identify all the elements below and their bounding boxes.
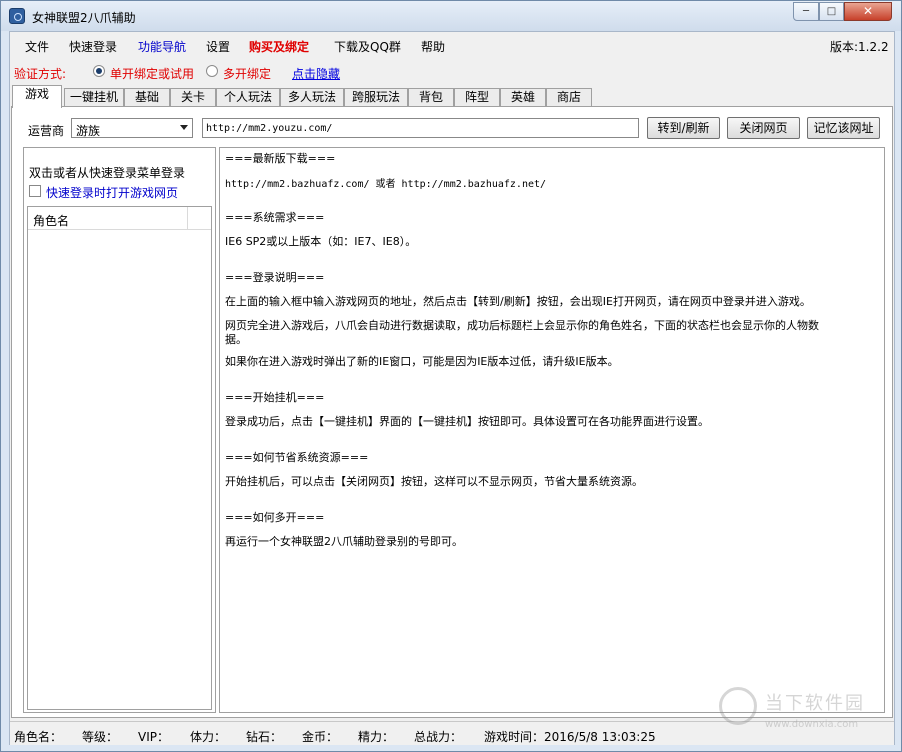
tab-bag[interactable]: 背包 xyxy=(408,88,454,107)
tab-multiplayer[interactable]: 多人玩法 xyxy=(280,88,344,107)
content-line: 网页完全进入游戏后，八爪会自动进行数据读取，成功后标题栏上会显示你的角色姓名，下… xyxy=(225,319,819,332)
maximize-button[interactable]: □ xyxy=(819,2,844,21)
content-line: 开始挂机后，可以点击【关闭网页】按钮，这样可以不显示网页，节省大量系统资源。 xyxy=(225,475,643,488)
menu-download-qq[interactable]: 下载及QQ群 xyxy=(334,38,401,55)
goto-refresh-button[interactable]: 转到/刷新 xyxy=(647,117,720,139)
menu-help[interactable]: 帮助 xyxy=(421,38,445,55)
operator-select[interactable]: 游族 xyxy=(71,118,193,138)
tab-basic[interactable]: 基础 xyxy=(124,88,170,107)
content-line: ===开始挂机=== xyxy=(225,391,325,404)
tab-formation[interactable]: 阵型 xyxy=(454,88,500,107)
tab-personal[interactable]: 个人玩法 xyxy=(216,88,280,107)
status-game-time: 游戏时间：2016/5/8 13:03:25 xyxy=(484,730,656,744)
open-page-checkbox[interactable] xyxy=(29,185,41,197)
minimize-button[interactable]: ─ xyxy=(793,2,819,21)
tab-auto-hang[interactable]: 一键挂机 xyxy=(64,88,124,107)
operator-value: 游族 xyxy=(76,124,101,138)
close-button[interactable]: ✕ xyxy=(844,2,892,21)
window-title: 女神联盟2八爪辅助 xyxy=(32,11,136,25)
url-input[interactable]: http://mm2.youzu.com/ xyxy=(202,118,639,138)
content-line: ===最新版下载=== xyxy=(225,152,336,165)
content-line: 如果你在进入游戏时弹出了新的IE窗口，可能是因为IE版本过低，请升级IE版本。 xyxy=(225,355,619,368)
content-line: 再运行一个女神联盟2八爪辅助登录别的号即可。 xyxy=(225,535,463,548)
chevron-down-icon xyxy=(180,125,188,130)
app-window: 女神联盟2八爪辅助 ─ □ ✕ 文件 快速登录 功能导航 设置 购买及绑定 下载… xyxy=(0,0,902,752)
tab-stage[interactable]: 关卡 xyxy=(170,88,216,107)
operator-label: 运营商 xyxy=(28,124,65,138)
watermark-url: www.downxia.com xyxy=(765,719,859,730)
watermark-text: 当下软件园 xyxy=(765,693,865,714)
status-diamond: 钻石： xyxy=(246,730,283,744)
tab-shop[interactable]: 商店 xyxy=(546,88,592,107)
version-label: 版本:1.2.2 xyxy=(830,40,889,54)
status-stamina: 体力： xyxy=(190,730,227,744)
tab-hero[interactable]: 英雄 xyxy=(500,88,546,107)
column-divider xyxy=(187,207,188,229)
menu-bar: 文件 快速登录 功能导航 设置 购买及绑定 下载及QQ群 帮助 版本:1.2.2 xyxy=(10,32,894,58)
client-area: 文件 快速登录 功能导航 设置 购买及绑定 下载及QQ群 帮助 版本:1.2.2… xyxy=(9,31,895,745)
verify-row: 验证方式: 单开绑定或试用 多开绑定 点击隐藏 xyxy=(10,58,894,84)
content-line: 登录成功后，点击【一键挂机】界面的【一键挂机】按钮即可。具体设置可在各功能界面进… xyxy=(225,415,709,428)
open-page-checkbox-label[interactable]: 快速登录时打开游戏网页 xyxy=(46,184,178,201)
role-name-column[interactable]: 角色名 xyxy=(33,212,69,229)
menu-buy-bind[interactable]: 购买及绑定 xyxy=(249,38,309,55)
remember-url-button[interactable]: 记忆该网址 xyxy=(807,117,880,139)
menu-settings[interactable]: 设置 xyxy=(206,38,230,55)
status-level: 等级： xyxy=(82,730,119,744)
status-power: 总战力： xyxy=(414,730,463,744)
menu-file[interactable]: 文件 xyxy=(25,38,49,55)
radio-multi-bind[interactable] xyxy=(206,65,218,77)
content-line: 在上面的输入框中输入游戏网页的地址，然后点击【转到/刷新】按钮，会出现IE打开网… xyxy=(225,295,811,308)
close-page-button[interactable]: 关闭网页 xyxy=(727,117,800,139)
content-line: ===系统需求=== xyxy=(225,211,325,224)
content-line: IE6 SP2或以上版本（如：IE7、IE8）。 xyxy=(225,235,417,248)
radio-single-bind[interactable] xyxy=(93,65,105,77)
hide-link[interactable]: 点击隐藏 xyxy=(292,65,340,82)
role-panel: 双击或者从快速登录菜单登录 快速登录时打开游戏网页 角色名 xyxy=(23,147,216,713)
radio-multi-bind-label[interactable]: 多开绑定 xyxy=(223,65,271,82)
status-vip: VIP： xyxy=(138,730,169,744)
role-list[interactable]: 角色名 xyxy=(27,206,212,710)
menu-quick-login[interactable]: 快速登录 xyxy=(69,38,117,55)
role-list-header[interactable]: 角色名 xyxy=(28,207,211,230)
game-panel: 运营商 游族 http://mm2.youzu.com/ 转到/刷新 关闭网页 … xyxy=(11,106,893,718)
tab-strip: 游戏 一键挂机 基础 关卡 个人玩法 多人玩法 跨服玩法 背包 阵型 英雄 商店 xyxy=(11,85,895,108)
status-energy: 精力： xyxy=(358,730,395,744)
app-icon xyxy=(9,8,25,24)
radio-single-bind-label[interactable]: 单开绑定或试用 xyxy=(110,65,194,82)
status-role-name: 角色名： xyxy=(14,730,63,744)
menu-feature-nav[interactable]: 功能导航 xyxy=(138,38,186,55)
status-gold: 金币： xyxy=(302,730,339,744)
verify-label: 验证方式: xyxy=(14,67,67,81)
tab-game[interactable]: 游戏 xyxy=(12,85,62,108)
login-hint: 双击或者从快速登录菜单登录 xyxy=(29,166,186,180)
title-bar[interactable]: 女神联盟2八爪辅助 ─ □ ✕ xyxy=(1,1,901,31)
content-line: http://mm2.bazhuafz.com/ 或者 http://mm2.b… xyxy=(225,179,547,190)
watermark: 当下软件园 www.downxia.com xyxy=(719,687,889,743)
tab-cross-server[interactable]: 跨服玩法 xyxy=(344,88,408,107)
content-line: ===登录说明=== xyxy=(225,271,325,284)
help-content: ===最新版下载=== http://mm2.bazhuafz.com/ 或者 … xyxy=(219,147,885,713)
content-line: ===如何多开=== xyxy=(225,511,325,524)
content-line: ===如何节省系统资源=== xyxy=(225,451,369,464)
content-line: 据。 xyxy=(225,333,247,346)
watermark-logo-icon xyxy=(719,687,757,725)
